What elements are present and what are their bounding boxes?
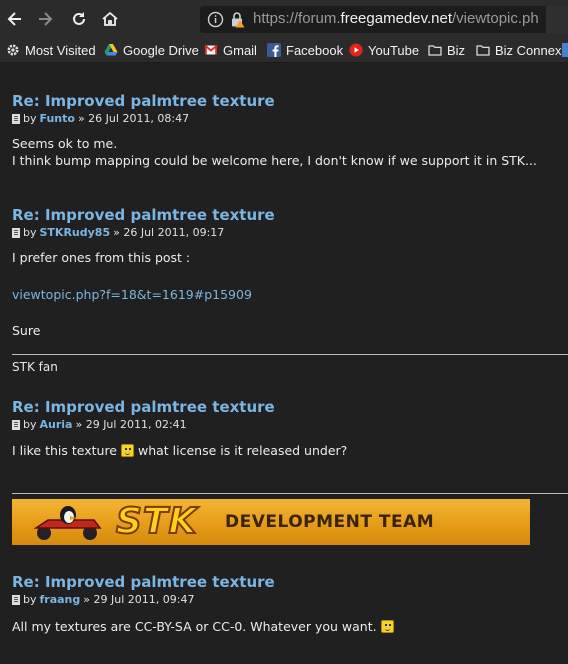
gear-icon	[7, 44, 19, 56]
address-bar[interactable]: https://forum.freegamedev.net/viewtopic.…	[200, 6, 568, 33]
post-text-line: I think bump mapping could be welcome he…	[12, 153, 537, 168]
bookmark-gmail[interactable]: Gmail	[204, 41, 257, 59]
bookmark-label: YouTube	[368, 42, 420, 58]
post-meta: by Auria » 29 Jul 2011, 02:41	[12, 418, 187, 431]
arrow-right-icon	[39, 12, 53, 26]
post-text-line: I prefer ones from this post :	[12, 250, 191, 265]
post-meta: by fraang » 29 Jul 2011, 09:47	[12, 593, 194, 606]
post-date: » 26 Jul 2011, 08:47	[77, 112, 190, 125]
post-date: » 26 Jul 2011, 09:17	[113, 226, 225, 239]
bookmark-label: Biz Connex	[495, 42, 562, 58]
address-bar-edge	[546, 6, 568, 33]
signature-text: STK fan	[12, 360, 58, 374]
bookmark-google-drive[interactable]: Google Drive	[104, 41, 199, 59]
back-button[interactable]	[2, 6, 28, 32]
post-body: Seems ok to me. I think bump mapping cou…	[12, 135, 537, 169]
post-icon[interactable]	[12, 419, 20, 430]
post-title[interactable]: Re: Improved palmtree texture	[12, 92, 275, 110]
signature-divider	[12, 493, 568, 494]
post-text: what license is it released under?	[137, 443, 348, 458]
post-text-line: Seems ok to me.	[12, 136, 118, 151]
post-link[interactable]: viewtopic.php?f=18&t=1619#p15909	[12, 286, 252, 303]
post-icon[interactable]	[12, 227, 20, 238]
youtube-icon	[349, 43, 363, 57]
bookmark-overflow[interactable]	[562, 41, 568, 59]
post-author[interactable]: fraang	[40, 593, 81, 606]
gmail-icon	[204, 44, 218, 55]
facebook-icon	[267, 43, 281, 57]
by-label: by	[23, 112, 37, 125]
bookmark-most-visited[interactable]: Most Visited	[6, 41, 96, 59]
post-meta: by STKRudy85 » 26 Jul 2011, 09:17	[12, 226, 224, 239]
post-text-line: Sure	[12, 323, 41, 338]
post-body: I like this texture what license is it r…	[12, 442, 347, 459]
url-prefix: https://forum.	[253, 10, 341, 27]
post-text: All my textures are CC-BY-SA or CC-0. Wh…	[12, 619, 377, 634]
lock-warning-icon[interactable]	[229, 11, 246, 28]
post-date: » 29 Jul 2011, 02:41	[75, 418, 187, 431]
browser-toolbar: https://forum.freegamedev.net/viewtopic.…	[0, 0, 568, 38]
by-label: by	[23, 418, 37, 431]
bookmark-biz-connex[interactable]: Biz Connex	[476, 41, 561, 59]
bookmarks-bar: Most Visited Google Drive Gmail Facebook…	[0, 38, 568, 63]
stk-dev-team-banner: STK DEVELOPMENT TEAM	[12, 499, 530, 545]
post-title[interactable]: Re: Improved palmtree texture	[12, 573, 275, 591]
home-icon	[102, 11, 118, 26]
bookmark-label: Most Visited	[25, 42, 96, 58]
kart-icon	[33, 506, 102, 540]
post-icon[interactable]	[12, 113, 20, 124]
bookmark-facebook[interactable]: Facebook	[267, 41, 343, 59]
bookmark-biz[interactable]: Biz	[428, 41, 465, 59]
folder-icon	[428, 45, 442, 56]
banner-logo-text: STK	[115, 500, 198, 543]
banner-text: DEVELOPMENT TEAM	[225, 512, 435, 532]
smiley-icon	[120, 444, 134, 457]
forward-button[interactable]	[32, 6, 58, 32]
reload-icon	[73, 12, 85, 25]
bookmark-icon	[562, 43, 568, 57]
post-body: All my textures are CC-BY-SA or CC-0. Wh…	[12, 618, 394, 635]
post-title[interactable]: Re: Improved palmtree texture	[12, 398, 275, 416]
post-author[interactable]: Auria	[40, 418, 73, 431]
info-icon[interactable]	[207, 11, 224, 28]
post-author[interactable]: STKRudy85	[40, 226, 111, 239]
url-text[interactable]: https://forum.freegamedev.net/viewtopic.…	[253, 10, 539, 27]
bookmark-label: Google Drive	[123, 42, 199, 58]
post-title[interactable]: Re: Improved palmtree texture	[12, 206, 275, 224]
bookmark-youtube[interactable]: YouTube	[349, 41, 419, 59]
bookmark-label: Facebook	[286, 42, 344, 58]
post-date: » 29 Jul 2011, 09:47	[83, 593, 195, 606]
bookmark-label: Biz	[447, 42, 466, 58]
google-drive-icon	[104, 44, 118, 56]
by-label: by	[23, 226, 37, 239]
post-author[interactable]: Funto	[40, 112, 75, 125]
smiley-icon	[380, 620, 394, 633]
post-text: I like this texture	[12, 443, 117, 458]
bookmark-label: Gmail	[223, 42, 257, 58]
post-icon[interactable]	[12, 594, 20, 605]
post-meta: by Funto » 26 Jul 2011, 08:47	[12, 112, 189, 125]
url-domain: freegamedev.net	[340, 10, 453, 27]
reload-button[interactable]	[66, 6, 92, 32]
signature-divider	[12, 354, 568, 355]
url-path: /viewtopic.ph	[452, 10, 539, 27]
home-button[interactable]	[97, 6, 123, 32]
by-label: by	[23, 593, 37, 606]
forum-page: Re: Improved palmtree texture by Funto »…	[0, 63, 568, 664]
arrow-left-icon	[7, 12, 21, 26]
folder-icon	[476, 45, 490, 56]
